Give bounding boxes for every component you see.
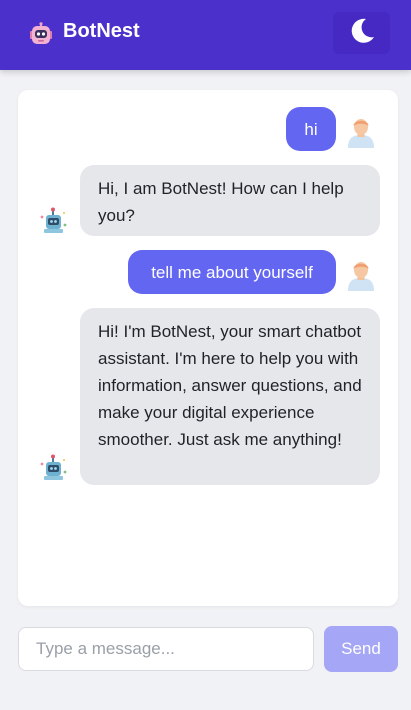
user-message: tell me about yourself (128, 250, 336, 294)
user-avatar-icon (345, 259, 377, 291)
theme-toggle-button[interactable] (333, 12, 390, 54)
message-text: Hi! I'm BotNest, your smart chatbot assi… (98, 322, 362, 449)
bot-message: Hi, I am BotNest! How can I help you? (80, 165, 380, 236)
moon-icon (347, 16, 377, 50)
app-title: BotNest (63, 20, 140, 42)
chat-panel[interactable]: hi Hi, I am BotNest! How can I help you?… (18, 90, 398, 606)
message-input[interactable] (18, 627, 314, 671)
bot-avatar-icon (38, 452, 70, 484)
send-button[interactable]: Send (324, 626, 398, 672)
message-text: Hi, I am BotNest! How can I help you? (98, 179, 344, 225)
bot-message: Hi! I'm BotNest, your smart chatbot assi… (80, 308, 380, 485)
user-avatar-icon (345, 116, 377, 148)
user-message: hi (286, 107, 336, 151)
app-header: BotNest (0, 0, 411, 70)
message-text: hi (304, 119, 318, 139)
robot-icon (29, 22, 53, 46)
message-text: tell me about yourself (151, 262, 313, 282)
bot-avatar-icon (38, 205, 70, 237)
